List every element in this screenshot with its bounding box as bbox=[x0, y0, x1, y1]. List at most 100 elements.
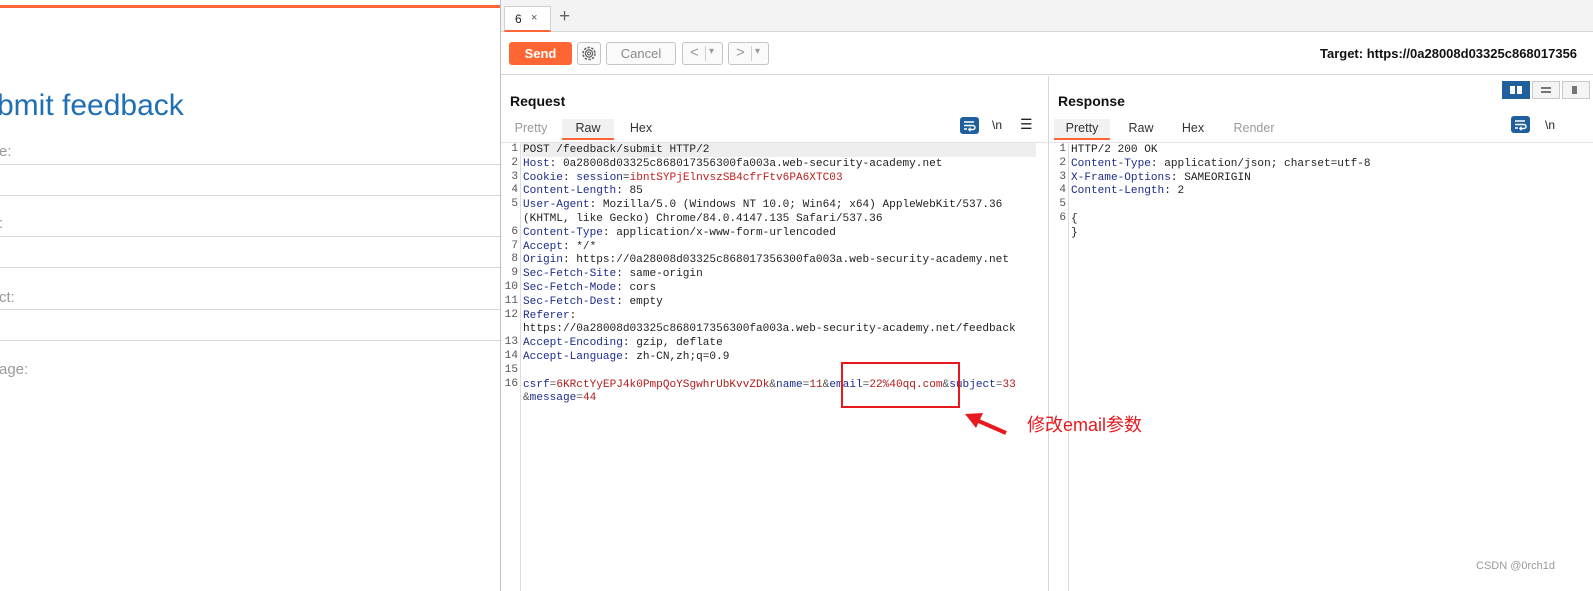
header-value: : application/json; charset=utf-8 bbox=[1150, 157, 1371, 170]
line-number: 6 bbox=[1059, 212, 1066, 224]
layout-view-toggle bbox=[1502, 81, 1593, 99]
line-number: 1 bbox=[511, 143, 518, 155]
request-pane: Request Pretty Raw Hex \n ☰ 1 2 3 4 5 6 7 8 9 10 1… bbox=[501, 76, 1047, 591]
header-value: : application/x-www-form-urlencoded bbox=[602, 226, 836, 239]
chevron-down-icon[interactable]: ▾ bbox=[709, 46, 714, 57]
request-title: Request bbox=[510, 93, 566, 109]
name-input[interactable] bbox=[0, 164, 500, 196]
header-value: : https://0a28008d03325c868017356300fa00… bbox=[562, 254, 1009, 267]
target-url[interactable]: Target: https://0a28008d03325c868017356 bbox=[1320, 46, 1577, 61]
gear-icon bbox=[582, 46, 596, 61]
subject-field-label: ct: bbox=[0, 289, 15, 306]
newline-toggle-icon[interactable]: \n bbox=[992, 118, 1002, 132]
cancel-button[interactable]: Cancel bbox=[606, 42, 676, 65]
rows-glyph bbox=[1541, 87, 1551, 93]
param-name: csrf bbox=[523, 378, 550, 391]
code-line: Referer: bbox=[523, 309, 576, 323]
param-equals: = bbox=[576, 392, 583, 405]
code-line: HTTP/2 200 OK bbox=[1071, 144, 1158, 156]
columns-glyph bbox=[1510, 86, 1522, 94]
code-line: Accept: */* bbox=[523, 240, 596, 254]
tab-render[interactable]: Render bbox=[1224, 119, 1284, 140]
header-name: Origin bbox=[523, 254, 563, 267]
code-line: Cookie: session=ibntSYPjElnvszSB4cfrFtv6… bbox=[523, 171, 843, 185]
email-input[interactable] bbox=[0, 236, 500, 268]
tab-hex[interactable]: Hex bbox=[1173, 119, 1213, 140]
code-line: } bbox=[1071, 226, 1078, 239]
repeater-tab-bar: 6 × + bbox=[501, 0, 1593, 32]
code-line: Accept-Encoding: gzip, deflate bbox=[523, 336, 723, 350]
send-button[interactable]: Send bbox=[509, 42, 572, 65]
page-top-accent-bar bbox=[0, 5, 500, 8]
word-wrap-icon[interactable] bbox=[1511, 116, 1530, 133]
button-divider bbox=[705, 46, 706, 61]
line-number: 14 bbox=[504, 350, 518, 362]
feedback-web-page: bmit feedback e: : ct: age: bbox=[0, 0, 500, 591]
code-line: Host: 0a28008d03325c868017356300fa003a.w… bbox=[523, 157, 942, 171]
close-icon[interactable]: × bbox=[531, 12, 537, 24]
request-editor[interactable]: 1 2 3 4 5 6 7 8 9 10 11 12 13 14 15 16 POST /feedback/s… bbox=[501, 142, 1047, 591]
param-value: 33 bbox=[1002, 378, 1016, 391]
code-line: POST /feedback/submit HTTP/2 bbox=[523, 144, 710, 156]
watermark: CSDN @0rch1d bbox=[1476, 560, 1556, 572]
param-value: 6KRctYyEPJ4k0PmpQoYSgwhrUbKvvZDk bbox=[556, 378, 770, 391]
header-name: Content-Length bbox=[523, 185, 617, 198]
header-value: : same-origin bbox=[616, 268, 703, 281]
header-name: Cookie bbox=[523, 171, 563, 184]
code-line: Sec-Fetch-Mode: cors bbox=[523, 281, 656, 295]
header-name: User-Agent bbox=[523, 199, 590, 212]
response-editor[interactable]: 123456 HTTP/2 200 OK Content-Type: applic… bbox=[1049, 142, 1593, 591]
line-number: 9 bbox=[511, 267, 518, 280]
add-tab-icon[interactable]: + bbox=[559, 6, 570, 28]
param-separator: & bbox=[523, 392, 530, 405]
single-pane-layout-icon[interactable] bbox=[1562, 81, 1590, 99]
line-number: 12 bbox=[504, 308, 518, 321]
header-name: Sec-Fetch-Mode bbox=[523, 282, 617, 294]
line-number: 2 bbox=[511, 156, 518, 169]
code-line: Sec-Fetch-Dest: empty bbox=[523, 295, 663, 309]
code-line: Accept-Language: zh-CN,zh;q=0.9 bbox=[523, 350, 729, 364]
header-value: : Mozilla/5.0 (Windows NT 10.0; Win64; x… bbox=[589, 199, 1003, 212]
stacked-layout-icon[interactable] bbox=[1532, 81, 1560, 99]
history-back-button[interactable]: < ▾ bbox=[682, 42, 723, 65]
tab-raw[interactable]: Raw bbox=[1121, 119, 1161, 140]
annotation-text: 修改email参数 bbox=[1027, 415, 1143, 435]
param-value: 44 bbox=[582, 392, 597, 405]
settings-gear-button[interactable] bbox=[577, 42, 601, 65]
tab-raw[interactable]: Raw bbox=[562, 119, 614, 140]
header-value: : SAMEORIGIN bbox=[1170, 171, 1251, 184]
menu-icon[interactable]: ☰ bbox=[1020, 116, 1033, 133]
tab-hex[interactable]: Hex bbox=[619, 119, 663, 140]
line-number: 16 bbox=[504, 377, 518, 390]
history-forward-button[interactable]: > ▾ bbox=[728, 42, 769, 65]
cookie-equals: = bbox=[622, 171, 630, 184]
header-value: : 0a28008d03325c868017356300fa003a.web-s… bbox=[549, 157, 943, 170]
line-number: 11 bbox=[504, 294, 518, 307]
repeater-tab-6[interactable]: 6 × bbox=[504, 6, 551, 32]
line-number: 4 bbox=[511, 184, 518, 197]
header-value: : gzip, deflate bbox=[622, 337, 723, 350]
header-name: Accept-Language bbox=[523, 351, 623, 363]
header-value: : 2 bbox=[1164, 185, 1185, 198]
single-glyph bbox=[1572, 86, 1577, 94]
header-value: : cors bbox=[616, 282, 657, 294]
header-colon: : bbox=[562, 171, 577, 184]
code-line: Content-Type: application/json; charset=… bbox=[1071, 157, 1371, 171]
word-wrap-icon[interactable] bbox=[960, 117, 979, 134]
subject-input[interactable] bbox=[0, 309, 500, 341]
newline-toggle-icon[interactable]: \n bbox=[1545, 118, 1555, 132]
response-title: Response bbox=[1058, 93, 1125, 109]
tab-pretty[interactable]: Pretty bbox=[508, 119, 554, 140]
red-arrow-icon bbox=[965, 413, 1007, 435]
code-line: (KHTML, like Gecko) Chrome/84.0.4147.135… bbox=[523, 213, 883, 225]
line-number: 5 bbox=[511, 198, 518, 211]
wrap-glyph bbox=[964, 121, 976, 132]
header-name: Referer bbox=[523, 309, 570, 322]
chevron-down-icon[interactable]: ▾ bbox=[755, 46, 760, 57]
cookie-name: session bbox=[576, 171, 623, 184]
code-line: User-Agent: Mozilla/5.0 (Windows NT 10.0… bbox=[523, 198, 1002, 212]
email-field-label: : bbox=[0, 215, 3, 232]
header-value: : empty bbox=[616, 295, 663, 308]
side-by-side-layout-icon[interactable] bbox=[1502, 81, 1530, 99]
tab-pretty[interactable]: Pretty bbox=[1054, 119, 1110, 140]
